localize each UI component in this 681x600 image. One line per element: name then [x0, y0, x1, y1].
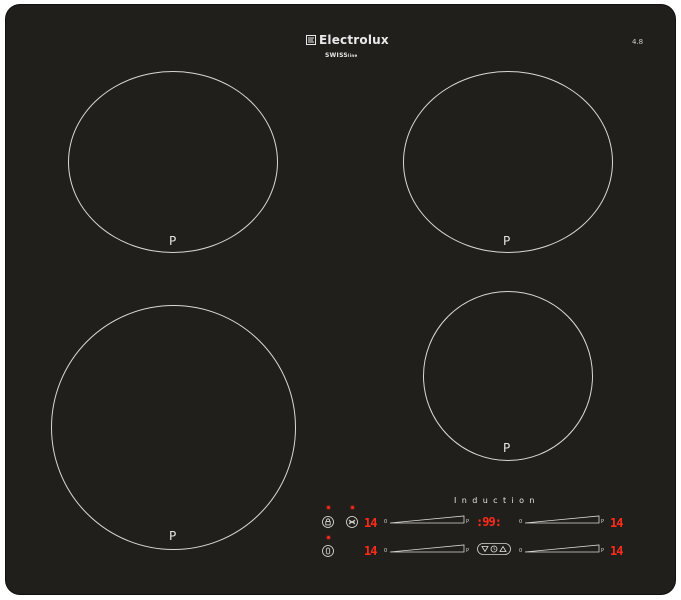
model-code: 4.8 — [632, 38, 644, 46]
slider-min-label: 0 — [384, 548, 388, 554]
electrolux-logo-icon — [306, 35, 316, 45]
sub-brand: SWISSline — [325, 52, 358, 59]
down-arrow-icon[interactable] — [481, 546, 489, 553]
front-right-level-display: 14 — [610, 544, 623, 558]
power-indicator-led — [327, 536, 330, 539]
slider-max-label: P — [601, 548, 605, 554]
stopgo-indicator-led — [351, 506, 354, 509]
rear-left-power-slider[interactable] — [389, 544, 465, 553]
lock-icon[interactable] — [322, 516, 334, 528]
timer-display: :99: — [476, 515, 502, 529]
lock-indicator-led — [327, 506, 330, 509]
cooking-zone-front-right — [423, 291, 593, 461]
cooktop-surface: Electrolux SWISSline 4.8 P P P P Inducti… — [6, 5, 675, 594]
front-right-power-slider[interactable] — [524, 544, 600, 553]
slider-min-label: 0 — [519, 548, 523, 554]
stop-go-icon[interactable] — [346, 516, 358, 528]
induction-label: Induction — [454, 496, 540, 505]
rear-left-level-display: 14 — [364, 544, 377, 558]
front-left-power-slider[interactable] — [389, 515, 465, 524]
rear-right-level-display: 14 — [610, 516, 623, 530]
zone-label-front-left: P — [169, 529, 177, 543]
front-left-level-display: 14 — [364, 516, 377, 530]
cooking-zone-rear-left — [68, 71, 278, 253]
brand-logo: Electrolux — [306, 33, 389, 47]
slider-max-label: P — [466, 548, 470, 554]
slider-min-label: 0 — [384, 519, 388, 525]
zone-label-rear-right: P — [503, 234, 511, 248]
cooking-zone-rear-right — [403, 71, 613, 253]
brand-name: Electrolux — [319, 33, 389, 47]
cooking-zone-front-left — [51, 305, 296, 550]
timer-colon-right: : — [494, 515, 502, 529]
up-arrow-icon[interactable] — [499, 545, 507, 552]
slider-max-label: P — [601, 519, 605, 525]
clock-icon[interactable] — [490, 545, 498, 553]
power-icon[interactable] — [322, 545, 334, 557]
timer-value: 99 — [482, 515, 495, 529]
timer-controls[interactable] — [477, 543, 511, 555]
slider-min-label: 0 — [519, 519, 523, 525]
zone-label-rear-left: P — [169, 234, 177, 248]
slider-max-label: P — [466, 519, 470, 525]
zone-label-front-right: P — [503, 441, 511, 455]
rear-right-power-slider[interactable] — [524, 515, 600, 524]
